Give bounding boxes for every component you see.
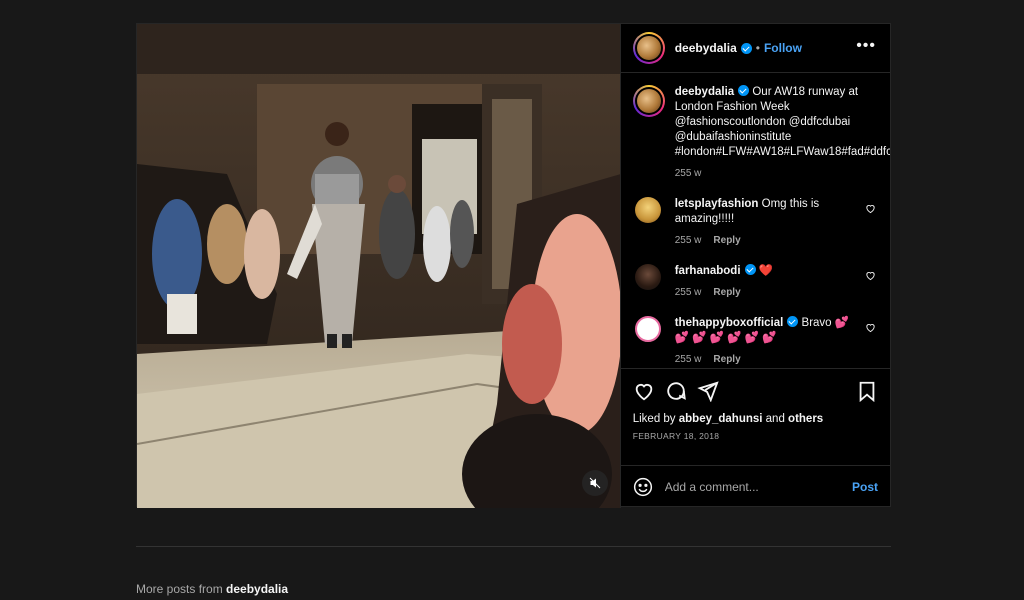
comment-username[interactable]: farhanabodi	[675, 265, 741, 277]
comment-input[interactable]	[664, 480, 852, 494]
reply-button[interactable]: Reply	[713, 287, 740, 298]
liked-by-others[interactable]: others	[788, 413, 823, 425]
divider	[136, 546, 891, 547]
verified-icon	[744, 264, 756, 275]
post-sidebar: deebydalia • Follow ••• deebydalia Our A…	[619, 24, 890, 508]
comment-avatar[interactable]	[634, 197, 661, 223]
bookmark-icon[interactable]	[856, 380, 878, 402]
verified-icon	[787, 316, 799, 327]
avatar[interactable]	[632, 32, 665, 64]
likes-summary: Liked by abbey_dahunsi and others	[632, 413, 824, 425]
heart-icon[interactable]	[633, 380, 655, 402]
add-comment-bar: Post	[620, 465, 890, 508]
more-posts-username[interactable]: deebydalia	[226, 582, 288, 596]
post-video[interactable]	[137, 24, 620, 508]
verified-icon	[738, 85, 750, 96]
comment-username[interactable]: letsplayfashion	[675, 198, 759, 210]
caption-avatar[interactable]	[632, 85, 665, 117]
emoji-icon[interactable]	[633, 477, 653, 497]
comment-like-icon[interactable]	[865, 203, 876, 214]
comment-time: 255 w	[674, 287, 702, 298]
comment-item: farhanabodi ❤️ 255 w Reply	[633, 264, 878, 300]
comment-time: 255 w	[674, 354, 702, 365]
comment-icon[interactable]	[665, 380, 687, 402]
caption-time: 255 w	[674, 168, 702, 179]
comment-text: ❤️	[755, 265, 774, 277]
comment-time: 255 w	[674, 235, 702, 246]
mute-button[interactable]	[581, 470, 608, 496]
more-icon[interactable]: •••	[856, 38, 876, 54]
runway-video-frame	[137, 24, 620, 508]
header-username[interactable]: deebydalia	[675, 41, 737, 55]
reply-button[interactable]: Reply	[713, 235, 740, 246]
caption: deebydalia Our AW18 runway at London Fas…	[632, 85, 890, 181]
liked-by-user[interactable]: abbey_dahunsi	[679, 413, 763, 425]
share-icon[interactable]	[697, 380, 719, 402]
comment-username[interactable]: thehappyboxofficial	[675, 317, 784, 329]
post-date[interactable]: FEBRUARY 18, 2018	[633, 431, 878, 441]
comment-item: letsplayfashion Omg this is amazing!!!!!…	[633, 197, 878, 248]
reply-button[interactable]: Reply	[713, 354, 740, 365]
comment-avatar[interactable]	[634, 264, 661, 290]
post-header: deebydalia • Follow •••	[620, 24, 890, 73]
comments-list[interactable]: deebydalia Our AW18 runway at London Fas…	[621, 73, 890, 368]
follow-button[interactable]: Follow	[764, 41, 802, 55]
caption-username[interactable]: deebydalia	[675, 86, 734, 98]
verified-icon	[740, 42, 752, 54]
comment-like-icon[interactable]	[865, 322, 876, 333]
comment-item: thehappyboxofficial Bravo 💕 💕 💕 💕 💕 💕 💕 …	[633, 316, 878, 367]
comment-like-icon[interactable]	[865, 270, 876, 281]
post-card: deebydalia • Follow ••• deebydalia Our A…	[136, 23, 891, 508]
mute-icon	[589, 477, 601, 489]
more-posts-heading: More posts from deebydalia	[136, 582, 289, 596]
post-actions: Liked by abbey_dahunsi and others FEBRUA…	[620, 368, 890, 465]
comment-avatar[interactable]	[634, 316, 661, 342]
post-comment-button[interactable]: Post	[852, 480, 878, 494]
